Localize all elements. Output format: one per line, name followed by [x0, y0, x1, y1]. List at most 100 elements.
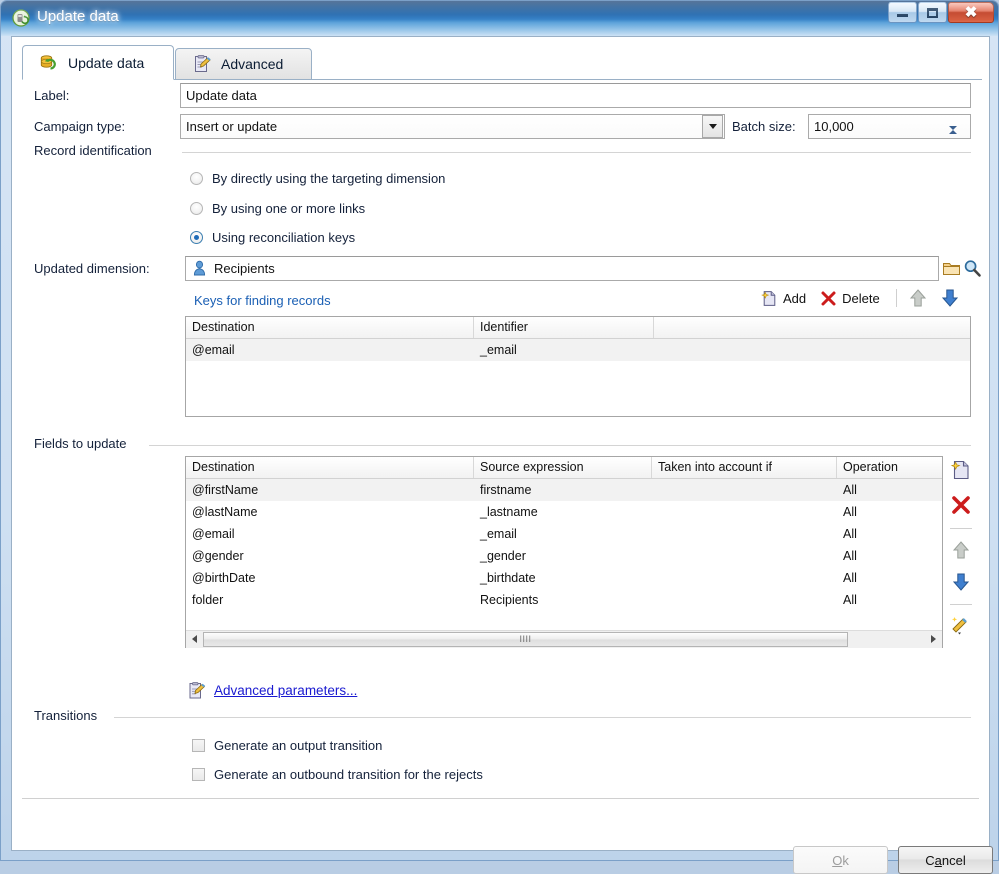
- keys-table[interactable]: Destination Identifier @email _email: [185, 316, 971, 417]
- fields-table-header: Destination Source expression Taken into…: [186, 457, 942, 479]
- magic-wand-icon[interactable]: [950, 614, 972, 636]
- fields-cell-source: _email: [480, 527, 517, 541]
- keys-col-blank[interactable]: [654, 317, 970, 338]
- tab-advanced[interactable]: Advanced: [175, 48, 312, 80]
- red-x-icon[interactable]: [950, 494, 972, 516]
- ok-button[interactable]: Ok: [793, 846, 888, 874]
- arrow-down-icon[interactable]: [950, 571, 972, 593]
- table-row[interactable]: @lastName _lastname All: [186, 501, 942, 523]
- radio-by-links[interactable]: By using one or more links: [190, 201, 365, 216]
- dialog-client-area: Advanced Update data Label: Update data …: [11, 36, 993, 874]
- cancel-button[interactable]: Cancel: [898, 846, 993, 874]
- arrow-up-icon[interactable]: [950, 539, 972, 561]
- maximize-button[interactable]: [918, 2, 947, 23]
- checkbox-icon[interactable]: [192, 768, 205, 781]
- campaign-type-value: Insert or update: [186, 119, 278, 134]
- table-row[interactable]: @email _email All: [186, 523, 942, 545]
- fields-col-taken-into-account[interactable]: Taken into account if: [652, 457, 837, 478]
- maximize-icon: [927, 7, 938, 18]
- table-row[interactable]: @gender _gender All: [186, 545, 942, 567]
- updated-dimension-caption: Updated dimension:: [34, 261, 150, 276]
- fields-sidebar-toolbar: [950, 459, 972, 636]
- radio-icon[interactable]: [190, 202, 203, 215]
- scroll-thumb[interactable]: IIII: [203, 631, 848, 647]
- checkbox-generate-output-transition[interactable]: Generate an output transition: [192, 738, 382, 753]
- advanced-parameters-link[interactable]: Advanced parameters...: [187, 681, 357, 700]
- spinner-down-icon[interactable]: [949, 126, 969, 145]
- arrow-down-icon[interactable]: [939, 287, 961, 309]
- fields-col-destination[interactable]: Destination: [186, 457, 474, 478]
- fields-cell-destination: @email: [192, 527, 235, 541]
- checkbox-generate-outbound-transition[interactable]: Generate an outbound transition for the …: [192, 767, 483, 782]
- label-input-value: Update data: [186, 88, 257, 103]
- ok-button-label: Ok: [832, 852, 849, 868]
- fields-cell-source: Recipients: [480, 593, 539, 607]
- window-title: Update data: [37, 8, 119, 25]
- record-identification-title: Record identification: [34, 143, 158, 158]
- radio-icon-selected[interactable]: [190, 231, 203, 244]
- fields-cell-operation: All: [843, 549, 857, 563]
- campaign-type-caption: Campaign type:: [34, 119, 126, 134]
- keys-cell-identifier: _email: [480, 343, 517, 357]
- fields-cell-operation: All: [843, 571, 857, 585]
- chevron-down-icon[interactable]: [702, 115, 723, 138]
- fields-table-hscrollbar[interactable]: IIII: [186, 630, 942, 648]
- fields-cell-destination: @lastName: [192, 505, 258, 519]
- group-divider: [182, 152, 971, 153]
- fields-cell-operation: All: [843, 505, 857, 519]
- table-row[interactable]: @birthDate _birthdate All: [186, 567, 942, 589]
- updated-dimension-input[interactable]: Recipients: [185, 256, 939, 281]
- fields-col-operation[interactable]: Operation: [837, 457, 942, 478]
- updated-dimension-caption-row: Updated dimension:: [34, 261, 150, 276]
- batch-size-caption: Batch size:: [732, 119, 796, 134]
- keys-cell-destination: @email: [192, 343, 235, 357]
- campaign-type-select[interactable]: Insert or update: [180, 114, 725, 139]
- fields-col-source[interactable]: Source expression: [474, 457, 652, 478]
- arrow-up-icon[interactable]: [907, 287, 929, 309]
- fields-cell-destination: folder: [192, 593, 224, 607]
- group-divider: [114, 717, 971, 718]
- radio-reconciliation-keys[interactable]: Using reconciliation keys: [190, 230, 355, 245]
- keys-col-identifier[interactable]: Identifier: [474, 317, 654, 338]
- fields-cell-source: _gender: [480, 549, 526, 563]
- folder-icon[interactable]: [942, 259, 961, 278]
- fields-to-update-title: Fields to update: [34, 436, 133, 451]
- scroll-track[interactable]: IIII: [203, 630, 925, 648]
- radio-by-targeting-dimension[interactable]: By directly using the targeting dimensio…: [190, 171, 445, 186]
- new-document-icon[interactable]: [950, 459, 972, 481]
- batch-size-stepper[interactable]: 10,000: [808, 114, 971, 145]
- red-x-icon: [820, 290, 837, 307]
- close-button[interactable]: ✖: [948, 2, 994, 23]
- window-controls: ✖: [888, 2, 994, 23]
- table-row[interactable]: @email _email: [186, 339, 970, 361]
- fields-table[interactable]: Destination Source expression Taken into…: [185, 456, 943, 648]
- title-bar[interactable]: Update data ✖: [1, 1, 998, 36]
- sidebar-separator: [950, 604, 972, 605]
- tab-update-data[interactable]: Update data: [22, 45, 174, 80]
- updated-dimension-value: Recipients: [214, 261, 275, 276]
- scroll-right-button[interactable]: [925, 630, 942, 648]
- fields-cell-destination: @firstName: [192, 483, 259, 497]
- fields-cell-destination: @gender: [192, 549, 244, 563]
- keys-delete-label: Delete: [842, 290, 880, 306]
- checkbox-icon[interactable]: [192, 739, 205, 752]
- update-data-dialog: Update data ✖ Advanced Update data Label…: [0, 0, 999, 874]
- batch-size-spinner[interactable]: [949, 115, 969, 145]
- keys-delete-button[interactable]: Delete: [820, 290, 880, 307]
- fields-cell-source: _birthdate: [480, 571, 536, 585]
- label-input[interactable]: Update data: [180, 83, 971, 108]
- minimize-icon: [897, 14, 908, 17]
- scroll-left-button[interactable]: [186, 630, 203, 648]
- table-row[interactable]: folder Recipients All: [186, 589, 942, 611]
- magnifier-icon[interactable]: [963, 259, 982, 278]
- keys-col-destination[interactable]: Destination: [186, 317, 474, 338]
- keys-add-button[interactable]: Add: [761, 290, 806, 307]
- fields-cell-source: _lastname: [480, 505, 538, 519]
- update-data-icon: [12, 9, 30, 27]
- minimize-button[interactable]: [888, 2, 917, 23]
- advanced-parameters-label: Advanced parameters...: [214, 683, 358, 698]
- table-row[interactable]: @firstName firstname All: [186, 479, 942, 501]
- radio-icon[interactable]: [190, 172, 203, 185]
- label-caption: Label:: [34, 88, 70, 103]
- fields-cell-operation: All: [843, 483, 857, 497]
